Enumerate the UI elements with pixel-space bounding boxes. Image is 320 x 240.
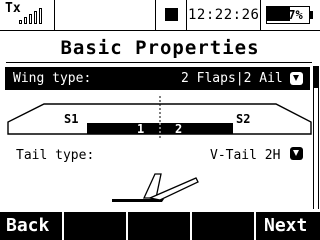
status-separator (260, 0, 261, 30)
dropdown-arrow-icon[interactable] (290, 147, 303, 160)
tail-type-label: Tail type: (16, 148, 95, 163)
signal-bar (19, 20, 22, 24)
signal-strength-icon (19, 8, 47, 24)
back-button[interactable]: Back (0, 212, 62, 240)
status-separator (155, 0, 156, 30)
signal-bar (39, 8, 42, 24)
clock-time: 12:22:26 (188, 7, 260, 23)
next-button-label: Next (264, 215, 308, 236)
tail-type-value[interactable]: V-Tail 2H (210, 148, 280, 163)
wing-type-row[interactable]: Wing type: 2 Flaps|2 Ail (5, 67, 310, 90)
status-separator (186, 0, 187, 30)
wing-label-s1: S1 (64, 112, 78, 126)
softkey-3[interactable] (128, 212, 190, 240)
battery-terminal (310, 11, 313, 19)
title-divider (6, 62, 312, 63)
stop-square-icon (165, 8, 178, 21)
wing-diagram: S1 1 2 S2 (7, 96, 312, 138)
softkey-4[interactable] (192, 212, 254, 240)
wing-label-s2: S2 (236, 112, 250, 126)
scrollbar-thumb[interactable] (313, 66, 319, 88)
softkey-bar: Back Next (0, 212, 320, 240)
softkey-2[interactable] (64, 212, 126, 240)
next-button[interactable]: Next (256, 212, 320, 240)
dropdown-arrow-icon[interactable] (290, 72, 303, 85)
v-tail-icon (112, 173, 199, 202)
wing-label-2: 2 (175, 122, 182, 136)
battery-percent-label: 57% (281, 8, 303, 22)
back-button-label: Back (6, 215, 50, 236)
status-separator (54, 0, 55, 30)
wing-type-value: 2 Flaps|2 Ail (181, 71, 283, 86)
wing-label-1: 1 (137, 122, 144, 136)
wing-type-label: Wing type: (13, 71, 92, 86)
signal-bar (29, 14, 32, 24)
page-title: Basic Properties (60, 37, 260, 59)
signal-bar (24, 17, 27, 24)
signal-bar (34, 11, 37, 24)
